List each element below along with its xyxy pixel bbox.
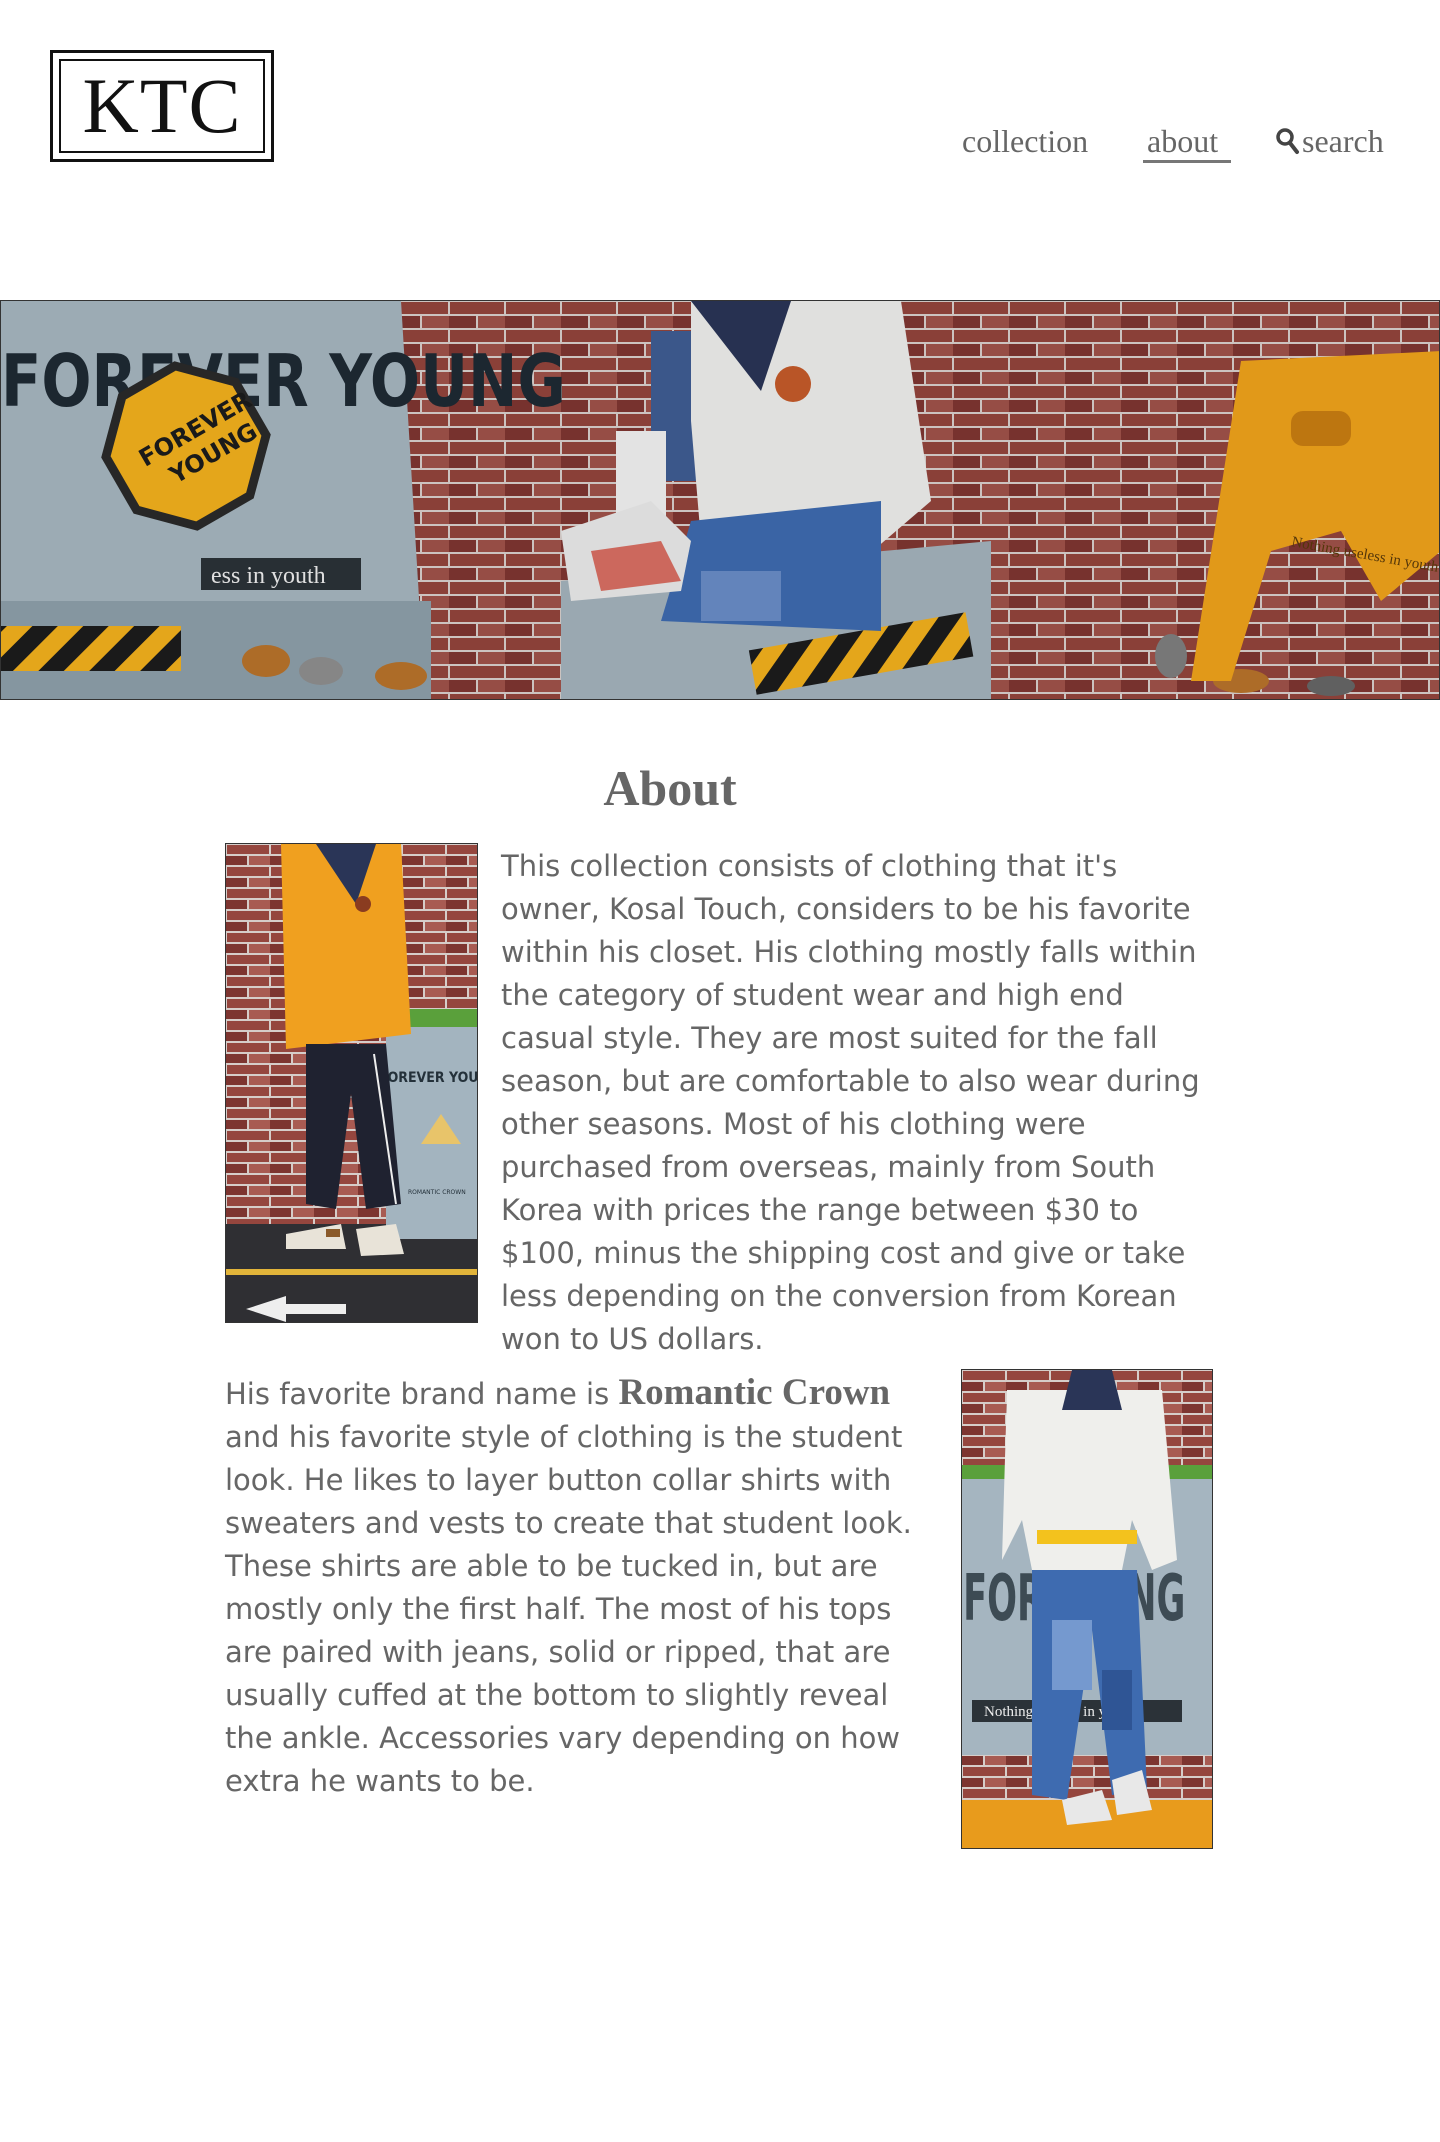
svg-text:FOR: FOR xyxy=(963,1562,1044,1636)
about-photo-yellow-hoodie: FOREVER YOUN ROMANTIC CROWN xyxy=(225,843,478,1323)
nav-search-label: search xyxy=(1302,123,1384,159)
photo1-bin-text: FOREVER YOUN xyxy=(379,1070,478,1086)
nav-search-link[interactable]: search xyxy=(1274,120,1384,162)
about-paragraph-2: His favorite brand name is Romantic Crow… xyxy=(225,1371,940,1803)
about-heading: About xyxy=(603,760,737,816)
about-photo-white-shirt: FOR NG Nothing useless in youth xyxy=(961,1369,1213,1849)
paragraph-2-lead: His favorite brand name is xyxy=(225,1377,619,1411)
nav-about-link[interactable]: about xyxy=(1147,120,1218,162)
search-icon xyxy=(1274,126,1300,156)
hero-banner-image: FOREVER YOUNG FOREVER YOUNG ess in youth xyxy=(0,300,1440,700)
paragraph-2-rest: and his favorite style of clothing is th… xyxy=(225,1420,912,1798)
photo1-bin-label: ROMANTIC CROWN xyxy=(408,1189,466,1196)
about-paragraph-1: This collection consists of clothing tha… xyxy=(501,849,1200,1356)
nav-collection-link[interactable]: collection xyxy=(962,120,1088,162)
brand-name: Romantic Crown xyxy=(618,1372,891,1413)
active-nav-underline xyxy=(1143,160,1231,163)
